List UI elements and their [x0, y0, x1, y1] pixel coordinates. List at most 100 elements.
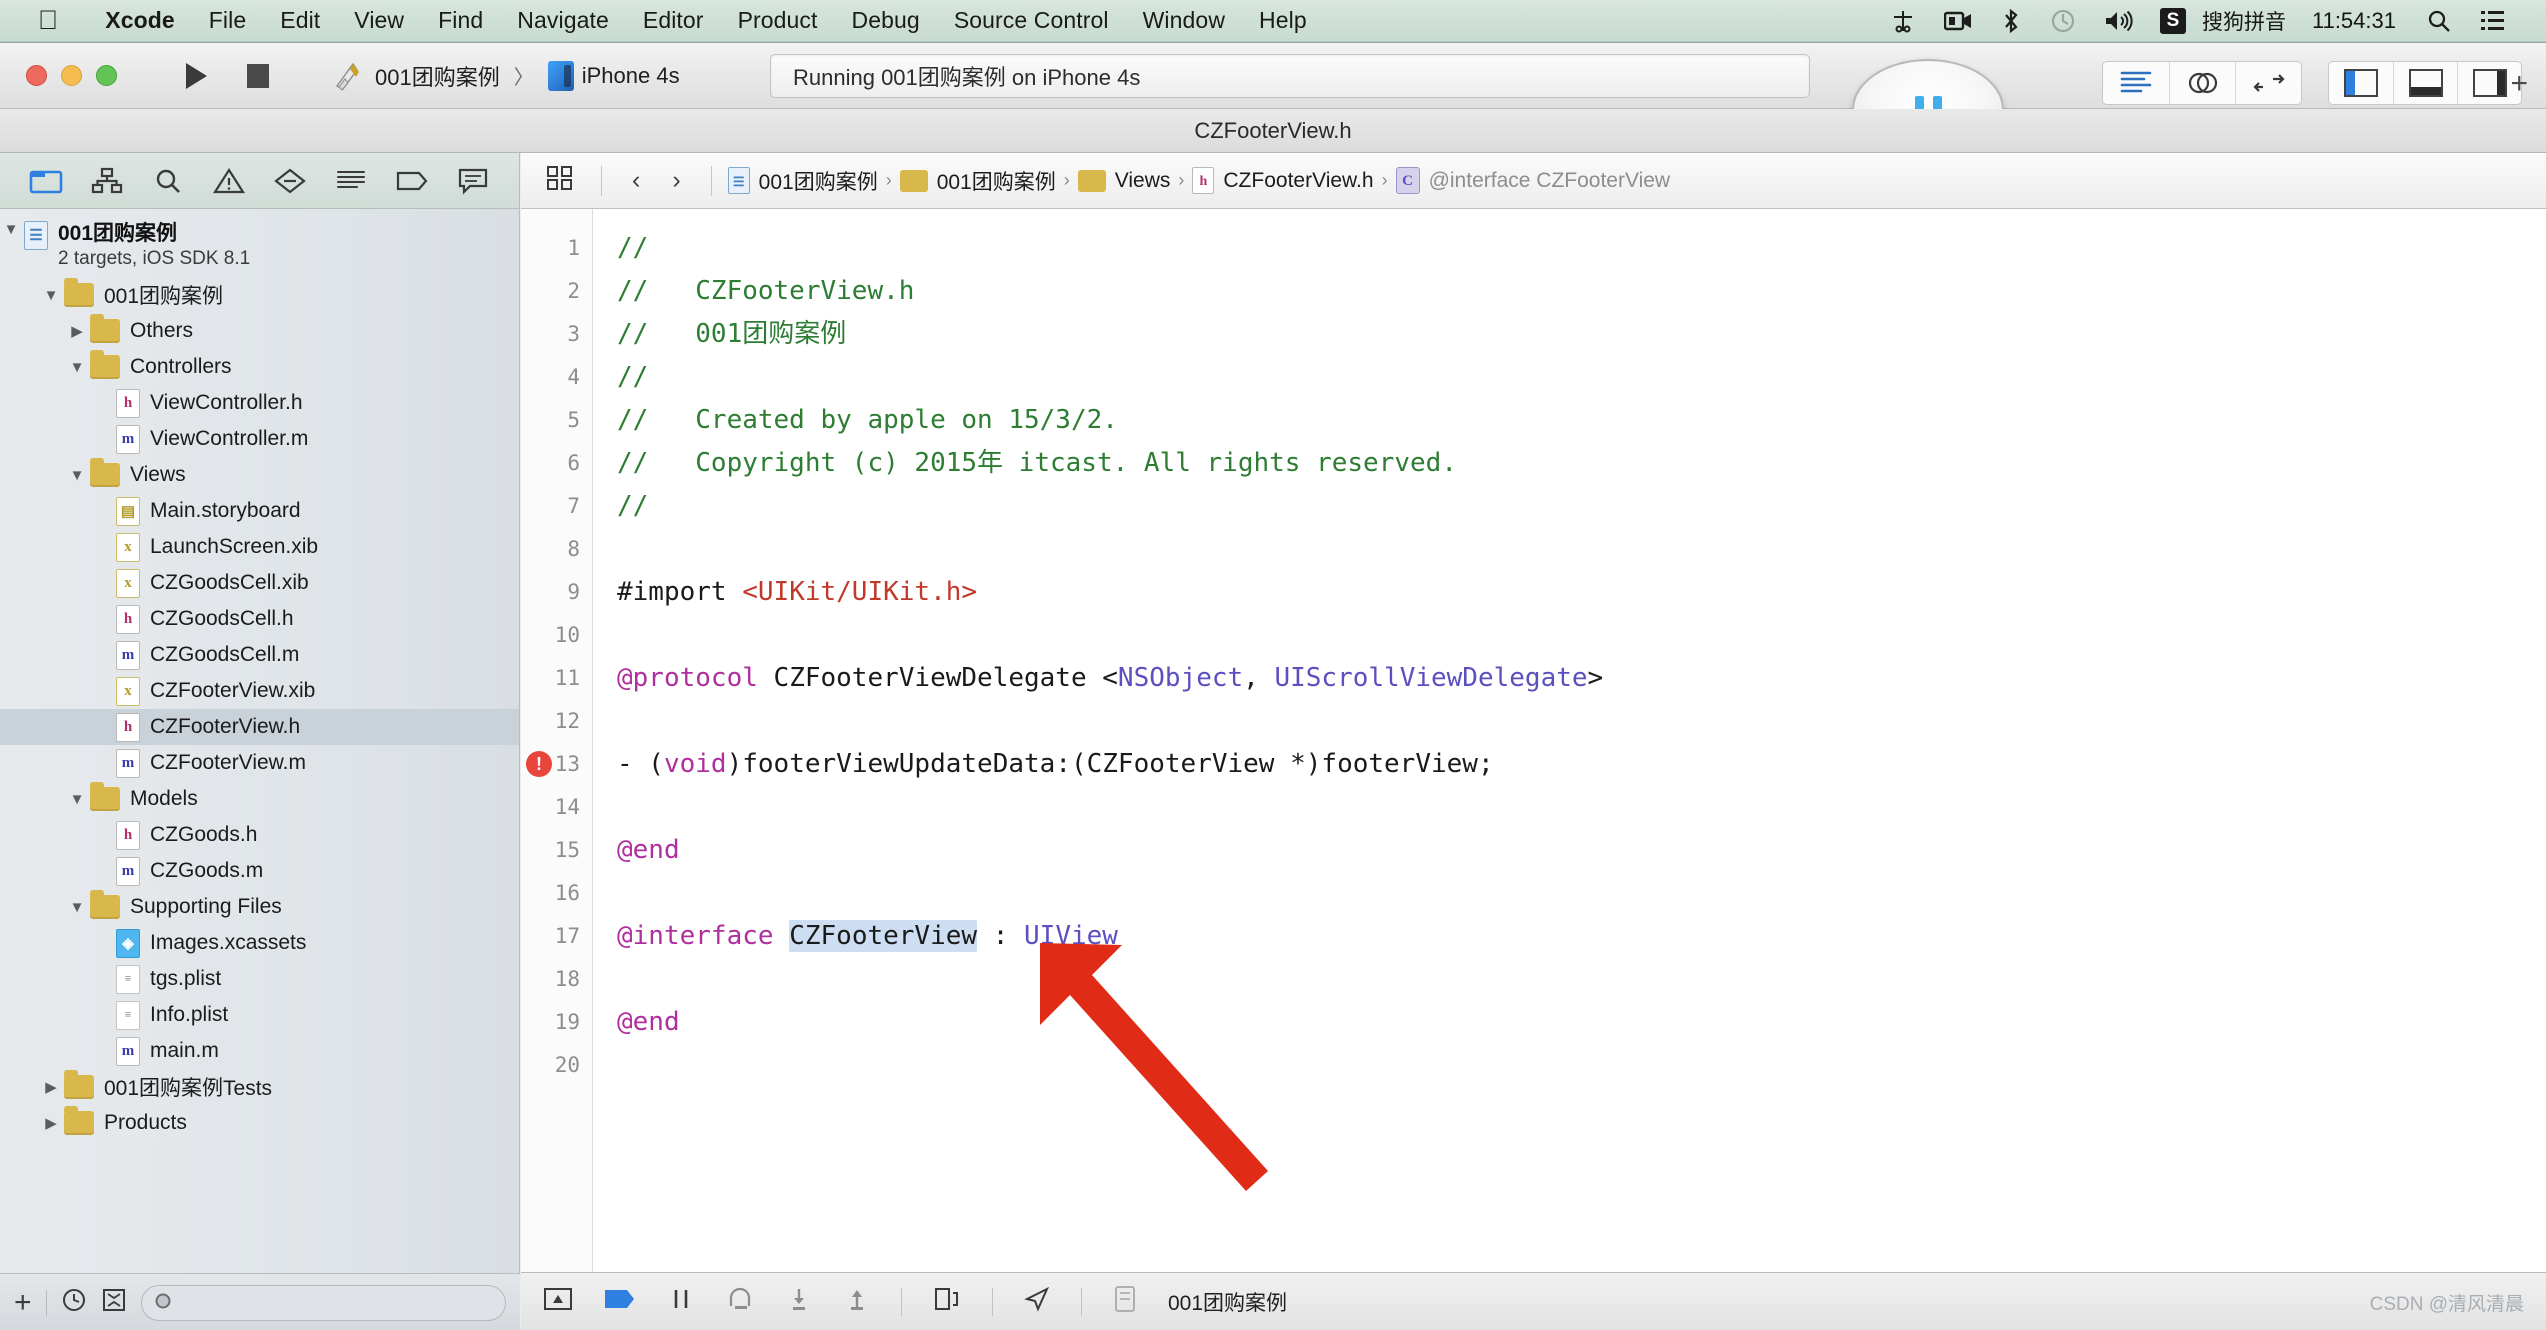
- disclosure-triangle-icon[interactable]: ▼: [66, 791, 88, 808]
- code-line[interactable]: // CZFooterView.h: [617, 270, 2546, 313]
- code-line[interactable]: @protocol CZFooterViewDelegate <NSObject…: [617, 657, 2546, 700]
- project-navigator-tab[interactable]: [23, 161, 69, 201]
- line-number[interactable]: 3: [521, 313, 592, 356]
- code-line[interactable]: - (void)footerViewUpdateData:(CZFooterVi…: [617, 743, 2546, 786]
- report-navigator-tab[interactable]: [328, 161, 374, 201]
- issue-navigator-tab[interactable]: [206, 161, 252, 201]
- line-number[interactable]: 4: [521, 356, 592, 399]
- tree-row[interactable]: h CZFooterView.h: [0, 709, 519, 745]
- symbol-navigator-tab[interactable]: [84, 161, 130, 201]
- breakpoints-icon[interactable]: [603, 1286, 637, 1317]
- screen-record-icon[interactable]: [1943, 10, 1972, 32]
- apple-menu-icon[interactable]: : [38, 7, 58, 34]
- code-line[interactable]: [617, 700, 2546, 743]
- tree-row[interactable]: ▼ Views: [0, 457, 519, 493]
- tree-row[interactable]: m ViewController.m: [0, 421, 519, 457]
- standard-editor-button[interactable]: [2103, 62, 2169, 104]
- related-items-icon[interactable]: [535, 164, 585, 197]
- version-editor-button[interactable]: [2235, 62, 2301, 104]
- go-back-button[interactable]: ‹: [618, 166, 654, 195]
- test-navigator-tab[interactable]: [267, 161, 313, 201]
- sogou-ime-badge[interactable]: S: [2159, 7, 2186, 34]
- tree-row[interactable]: ▤ Main.storyboard: [0, 493, 519, 529]
- code-line[interactable]: [617, 958, 2546, 1001]
- volume-icon[interactable]: [2104, 9, 2136, 33]
- tree-row[interactable]: x CZGoodsCell.xib: [0, 565, 519, 601]
- add-file-button[interactable]: +: [14, 1286, 32, 1320]
- error-marker-icon[interactable]: !: [526, 751, 552, 777]
- sogou-ime-label[interactable]: 搜狗拼音: [2202, 6, 2286, 36]
- menu-item-find[interactable]: Find: [421, 7, 500, 34]
- scheme-name[interactable]: 001团购案例: [375, 60, 500, 92]
- go-forward-button[interactable]: ›: [658, 166, 694, 195]
- menu-item-view[interactable]: View: [337, 7, 421, 34]
- menu-item-editor[interactable]: Editor: [626, 7, 721, 34]
- tree-row[interactable]: ▶ Others: [0, 313, 519, 349]
- filter-search-input[interactable]: [140, 1284, 506, 1321]
- notification-center-icon[interactable]: [2480, 9, 2506, 33]
- destination-name[interactable]: iPhone 4s: [582, 63, 680, 89]
- tree-row[interactable]: h CZGoodsCell.h: [0, 601, 519, 637]
- line-number[interactable]: 19: [521, 1001, 592, 1044]
- line-number[interactable]: 9: [521, 571, 592, 614]
- menu-item-help[interactable]: Help: [1242, 7, 1324, 34]
- code-line[interactable]: //: [617, 485, 2546, 528]
- stop-button[interactable]: [227, 52, 289, 100]
- tree-row[interactable]: ◈ Images.xcassets: [0, 925, 519, 961]
- code-line[interactable]: //: [617, 227, 2546, 270]
- tree-row-project[interactable]: ▼ ☰ 001团购案例 2 targets, iOS SDK 8.1: [0, 219, 519, 277]
- tree-row[interactable]: ▶ 001团购案例Tests: [0, 1069, 519, 1105]
- tree-row[interactable]: ▼ Supporting Files: [0, 889, 519, 925]
- tree-row[interactable]: x CZFooterView.xib: [0, 673, 519, 709]
- menu-item-file[interactable]: File: [192, 7, 263, 34]
- step-out-icon[interactable]: [843, 1286, 871, 1317]
- line-number[interactable]: 8: [521, 528, 592, 571]
- tree-row[interactable]: x LaunchScreen.xib: [0, 529, 519, 565]
- assistant-editor-button[interactable]: [2169, 62, 2235, 104]
- menu-item-product[interactable]: Product: [721, 7, 835, 34]
- menu-item-xcode[interactable]: Xcode: [88, 7, 192, 34]
- line-number-gutter[interactable]: 1 2 3 4 5 6 7 8 9 10 11 12 13! 14 15 16 17 18 19 20: [521, 209, 593, 1272]
- toggle-debug-area-button[interactable]: [2393, 62, 2457, 104]
- line-number[interactable]: 11: [521, 657, 592, 700]
- menu-item-window[interactable]: Window: [1126, 7, 1242, 34]
- location-simulate-icon[interactable]: [1023, 1286, 1051, 1317]
- tree-row[interactable]: ▼ 001团购案例: [0, 277, 519, 313]
- code-line[interactable]: @end: [617, 829, 2546, 872]
- breadcrumb-item[interactable]: C @interface CZFooterView: [1395, 167, 1670, 194]
- tree-row[interactable]: ▼ Controllers: [0, 349, 519, 385]
- tree-row[interactable]: ▶ Products: [0, 1105, 519, 1141]
- disclosure-triangle-icon[interactable]: ▼: [0, 221, 22, 238]
- disclosure-triangle-icon[interactable]: ▼: [40, 287, 62, 304]
- tree-row[interactable]: ≡ Info.plist: [0, 997, 519, 1033]
- disclosure-triangle-icon[interactable]: ▼: [66, 359, 88, 376]
- code-line[interactable]: [617, 1044, 2546, 1087]
- tree-row[interactable]: m CZGoods.m: [0, 853, 519, 889]
- code-line[interactable]: // Created by apple on 15/3/2.: [617, 399, 2546, 442]
- code-line[interactable]: //: [617, 356, 2546, 399]
- hide-debug-area-icon[interactable]: [543, 1286, 573, 1317]
- breakpoint-navigator-tab[interactable]: [450, 161, 496, 201]
- line-number[interactable]: 16: [521, 872, 592, 915]
- time-machine-icon[interactable]: [2050, 8, 2076, 34]
- code-line[interactable]: [617, 614, 2546, 657]
- project-file-tree[interactable]: ▼ ☰ 001团购案例 2 targets, iOS SDK 8.1 ▼ 001团…: [0, 209, 519, 1273]
- tree-row[interactable]: m CZFooterView.m: [0, 745, 519, 781]
- recent-files-filter-icon[interactable]: [61, 1287, 87, 1318]
- breadcrumb-item[interactable]: ☰ 001团购案例: [727, 166, 878, 196]
- menu-item-navigate[interactable]: Navigate: [500, 7, 626, 34]
- code-line[interactable]: [617, 786, 2546, 829]
- scissors-icon[interactable]: [1890, 8, 1916, 34]
- code-line[interactable]: [617, 872, 2546, 915]
- code-line[interactable]: // 001团购案例: [617, 313, 2546, 356]
- tree-row[interactable]: m main.m: [0, 1033, 519, 1069]
- tree-row[interactable]: h CZGoods.h: [0, 817, 519, 853]
- close-button[interactable]: [26, 65, 47, 86]
- bluetooth-icon[interactable]: [2000, 8, 2022, 34]
- line-number[interactable]: 7: [521, 485, 592, 528]
- disclosure-triangle-icon[interactable]: ▼: [66, 899, 88, 916]
- line-number[interactable]: 10: [521, 614, 592, 657]
- line-number[interactable]: 1: [521, 227, 592, 270]
- step-over-icon[interactable]: [725, 1286, 755, 1317]
- menu-item-edit[interactable]: Edit: [263, 7, 337, 34]
